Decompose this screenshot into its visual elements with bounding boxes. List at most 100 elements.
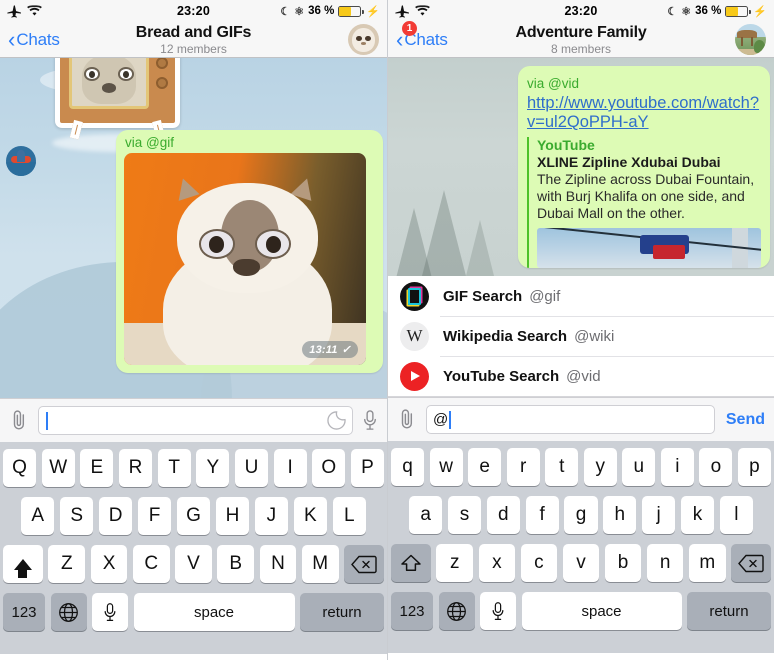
link-message-bubble[interactable]: via @vid http://www.youtube.com/watch?v=… — [518, 66, 770, 268]
key-z[interactable]: z — [436, 544, 474, 582]
key-f[interactable]: F — [137, 497, 172, 535]
on-screen-keyboard[interactable]: Q W E R T Y U I O P A S D F G H J K L Z … — [0, 442, 387, 654]
key-t[interactable]: t — [545, 448, 579, 486]
key-u[interactable]: u — [622, 448, 656, 486]
key-y[interactable]: y — [583, 448, 617, 486]
back-to-chats-button[interactable]: 1 ‹ Chats — [396, 20, 448, 51]
key-x[interactable]: x — [478, 544, 516, 582]
return-key[interactable]: return — [687, 592, 771, 630]
sender-avatar[interactable] — [6, 146, 36, 176]
key-i[interactable]: i — [660, 448, 694, 486]
send-button[interactable]: Send — [724, 411, 765, 429]
key-v[interactable]: v — [562, 544, 600, 582]
group-avatar[interactable] — [735, 24, 766, 55]
chat-message-area[interactable]: 13:07 via @gif 13:11 — [0, 58, 387, 398]
gif-message-bubble[interactable]: via @gif 13:11 ✓ — [116, 130, 383, 373]
key-b[interactable]: b — [604, 544, 642, 582]
phone-screen-right: 23:20 ☾ ⚛ 36 % ⚡ 1 ‹ Chats Adventure Fam… — [387, 0, 774, 660]
key-d[interactable]: d — [486, 496, 520, 534]
shift-key[interactable] — [390, 544, 431, 582]
paperclip-icon[interactable] — [397, 408, 417, 431]
key-j[interactable]: j — [641, 496, 676, 534]
key-o[interactable]: O — [312, 449, 346, 487]
key-f[interactable]: f — [525, 496, 559, 534]
key-i[interactable]: I — [273, 449, 307, 487]
key-n[interactable]: N — [259, 545, 297, 583]
inline-bot-suggestion-list[interactable]: GIF Search @gif W Wikipedia Search @wiki… — [388, 276, 774, 397]
backspace-key[interactable] — [344, 545, 385, 583]
bot-suggestion-row[interactable]: YouTube Search @vid — [388, 356, 774, 396]
key-a[interactable]: A — [21, 497, 55, 535]
space-key[interactable]: space — [521, 592, 682, 630]
bot-suggestion-row[interactable]: GIF Search @gif — [388, 276, 774, 316]
key-k[interactable]: k — [680, 496, 715, 534]
key-m[interactable]: M — [301, 545, 339, 583]
message-input-field[interactable] — [38, 406, 353, 435]
message-input-field[interactable]: @ — [426, 405, 715, 434]
key-d[interactable]: D — [98, 497, 133, 535]
key-r[interactable]: r — [506, 448, 540, 486]
key-n[interactable]: n — [646, 544, 684, 582]
key-q[interactable]: q — [391, 448, 425, 486]
key-p[interactable]: P — [350, 449, 385, 487]
backspace-key[interactable] — [731, 544, 772, 582]
key-h[interactable]: H — [215, 497, 250, 535]
numbers-key[interactable]: 123 — [3, 593, 45, 631]
space-key[interactable]: space — [133, 593, 295, 631]
return-key[interactable]: return — [300, 593, 384, 631]
key-z[interactable]: Z — [48, 545, 86, 583]
key-v[interactable]: V — [175, 545, 212, 583]
key-g[interactable]: g — [564, 496, 598, 534]
key-p[interactable]: p — [737, 448, 771, 486]
sticker-icon[interactable] — [327, 411, 346, 430]
key-s[interactable]: s — [447, 496, 482, 534]
numbers-key[interactable]: 123 — [391, 592, 433, 630]
key-u[interactable]: U — [234, 449, 269, 487]
key-l[interactable]: l — [719, 496, 753, 534]
key-w[interactable]: W — [41, 449, 75, 487]
bot-username: @wiki — [574, 327, 615, 345]
key-q[interactable]: Q — [2, 449, 37, 487]
gif-image[interactable]: 13:11 ✓ — [124, 153, 366, 365]
globe-key[interactable] — [50, 593, 87, 631]
link-preview[interactable]: YouTube XLINE Zipline Xdubai Dubai The Z… — [527, 136, 761, 268]
key-b[interactable]: B — [217, 545, 255, 583]
on-screen-keyboard[interactable]: q w e r t y u i o p a s d f g h j k l z … — [388, 441, 774, 653]
key-o[interactable]: o — [699, 448, 733, 486]
key-r[interactable]: R — [118, 449, 153, 487]
microphone-icon[interactable] — [362, 409, 378, 432]
back-to-chats-button[interactable]: ‹ Chats — [8, 28, 60, 51]
zipline-photo-thumbnail[interactable] — [537, 227, 761, 268]
via-bot-label: via @vid — [527, 76, 579, 91]
message-input-bar: @ Send — [388, 397, 774, 441]
paperclip-icon[interactable] — [9, 409, 29, 432]
preview-site-name: YouTube — [537, 136, 595, 153]
dictation-key[interactable] — [92, 593, 128, 631]
via-bot-label: via @gif — [125, 135, 174, 150]
key-c[interactable]: C — [132, 545, 170, 583]
key-e[interactable]: E — [80, 449, 114, 487]
key-l[interactable]: L — [332, 497, 366, 535]
key-g[interactable]: G — [176, 497, 211, 535]
chat-message-area[interactable]: via @vid http://www.youtube.com/watch?v=… — [388, 58, 774, 276]
group-avatar[interactable] — [348, 24, 379, 55]
key-c[interactable]: c — [520, 544, 558, 582]
dictation-key[interactable] — [480, 592, 516, 630]
key-w[interactable]: w — [429, 448, 463, 486]
key-j[interactable]: J — [254, 497, 289, 535]
key-k[interactable]: K — [293, 497, 328, 535]
key-a[interactable]: a — [409, 496, 443, 534]
key-e[interactable]: e — [468, 448, 502, 486]
back-button-label: Chats — [16, 29, 60, 49]
key-y[interactable]: Y — [196, 449, 230, 487]
youtube-link[interactable]: http://www.youtube.com/watch?v=ul2QoPPH-… — [527, 94, 761, 133]
key-h[interactable]: h — [603, 496, 637, 534]
key-t[interactable]: T — [157, 449, 191, 487]
shift-key[interactable] — [2, 545, 43, 583]
key-m[interactable]: m — [688, 544, 726, 582]
retro-tv-sticker[interactable] — [55, 58, 180, 140]
key-s[interactable]: S — [59, 497, 94, 535]
globe-key[interactable] — [438, 592, 475, 630]
key-x[interactable]: X — [90, 545, 128, 583]
bot-suggestion-row[interactable]: W Wikipedia Search @wiki — [388, 316, 774, 356]
